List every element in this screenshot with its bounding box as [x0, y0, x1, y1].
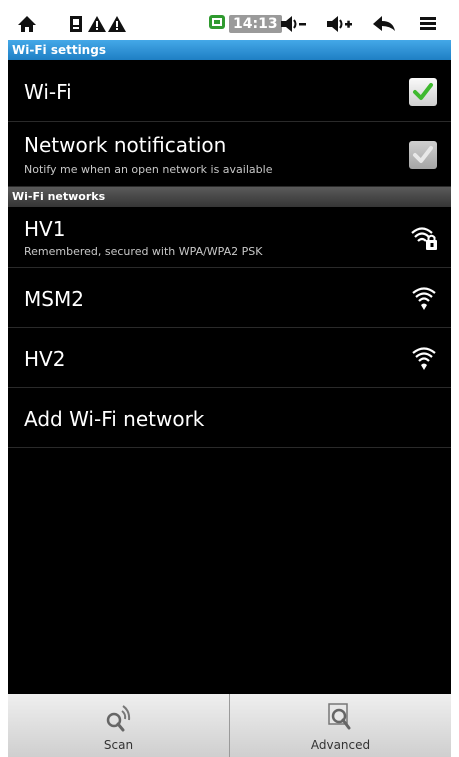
wifi-toggle-label: Wi-Fi — [24, 80, 72, 104]
wifi-signal-icon — [412, 347, 436, 370]
network-notification-subtitle: Notify me when an open network is availa… — [24, 163, 273, 176]
back-icon[interactable] — [370, 12, 398, 36]
advanced-button[interactable]: Advanced — [229, 694, 451, 757]
clock-time: 14:13 — [229, 15, 282, 33]
wifi-toggle-row[interactable]: Wi-Fi — [8, 60, 451, 122]
menu-icon[interactable] — [416, 12, 440, 36]
network-name: HV2 — [24, 347, 66, 371]
warning-icon — [87, 12, 107, 36]
network-item-hv1[interactable]: HV1 Remembered, secured with WPA/WPA2 PS… — [8, 207, 451, 268]
settings-section-header: Wi-Fi settings — [8, 40, 451, 60]
scan-button[interactable]: Scan — [8, 694, 229, 757]
scan-icon — [106, 705, 130, 732]
clock-area: 14:13 — [208, 14, 282, 34]
network-item-hv2[interactable]: HV2 — [8, 328, 451, 388]
check-icon — [413, 146, 433, 163]
volume-down-icon[interactable] — [278, 12, 308, 36]
screen: 14:13 Wi-Fi settings Wi-Fi Network notif… — [8, 8, 451, 757]
add-wifi-network-row[interactable]: Add Wi-Fi network — [8, 388, 451, 448]
wifi-checkbox[interactable] — [409, 78, 437, 106]
add-wifi-network-label: Add Wi-Fi network — [24, 407, 205, 431]
advanced-label: Advanced — [310, 738, 371, 752]
battery-icon — [208, 13, 226, 35]
network-notification-title: Network notification — [24, 133, 227, 157]
check-icon — [413, 83, 433, 100]
wifi-signal-icon — [412, 287, 436, 310]
network-notification-row[interactable]: Network notification Notify me when an o… — [8, 122, 451, 187]
sd-card-icon — [66, 12, 86, 36]
network-notification-checkbox[interactable] — [409, 141, 437, 169]
volume-up-icon[interactable] — [324, 12, 354, 36]
network-name: MSM2 — [24, 287, 84, 311]
network-item-msm2[interactable]: MSM2 — [8, 268, 451, 328]
network-name: HV1 — [24, 217, 66, 241]
options-menu: Scan Advanced — [8, 694, 451, 757]
advanced-icon — [327, 703, 350, 730]
wifi-signal-locked-icon — [411, 227, 437, 250]
home-icon[interactable] — [16, 12, 38, 36]
scan-label: Scan — [103, 738, 134, 752]
networks-section-header: Wi-Fi networks — [8, 187, 451, 207]
network-status: Remembered, secured with WPA/WPA2 PSK — [24, 245, 263, 258]
status-bar: 14:13 — [8, 8, 451, 40]
warning-icon — [107, 12, 127, 36]
